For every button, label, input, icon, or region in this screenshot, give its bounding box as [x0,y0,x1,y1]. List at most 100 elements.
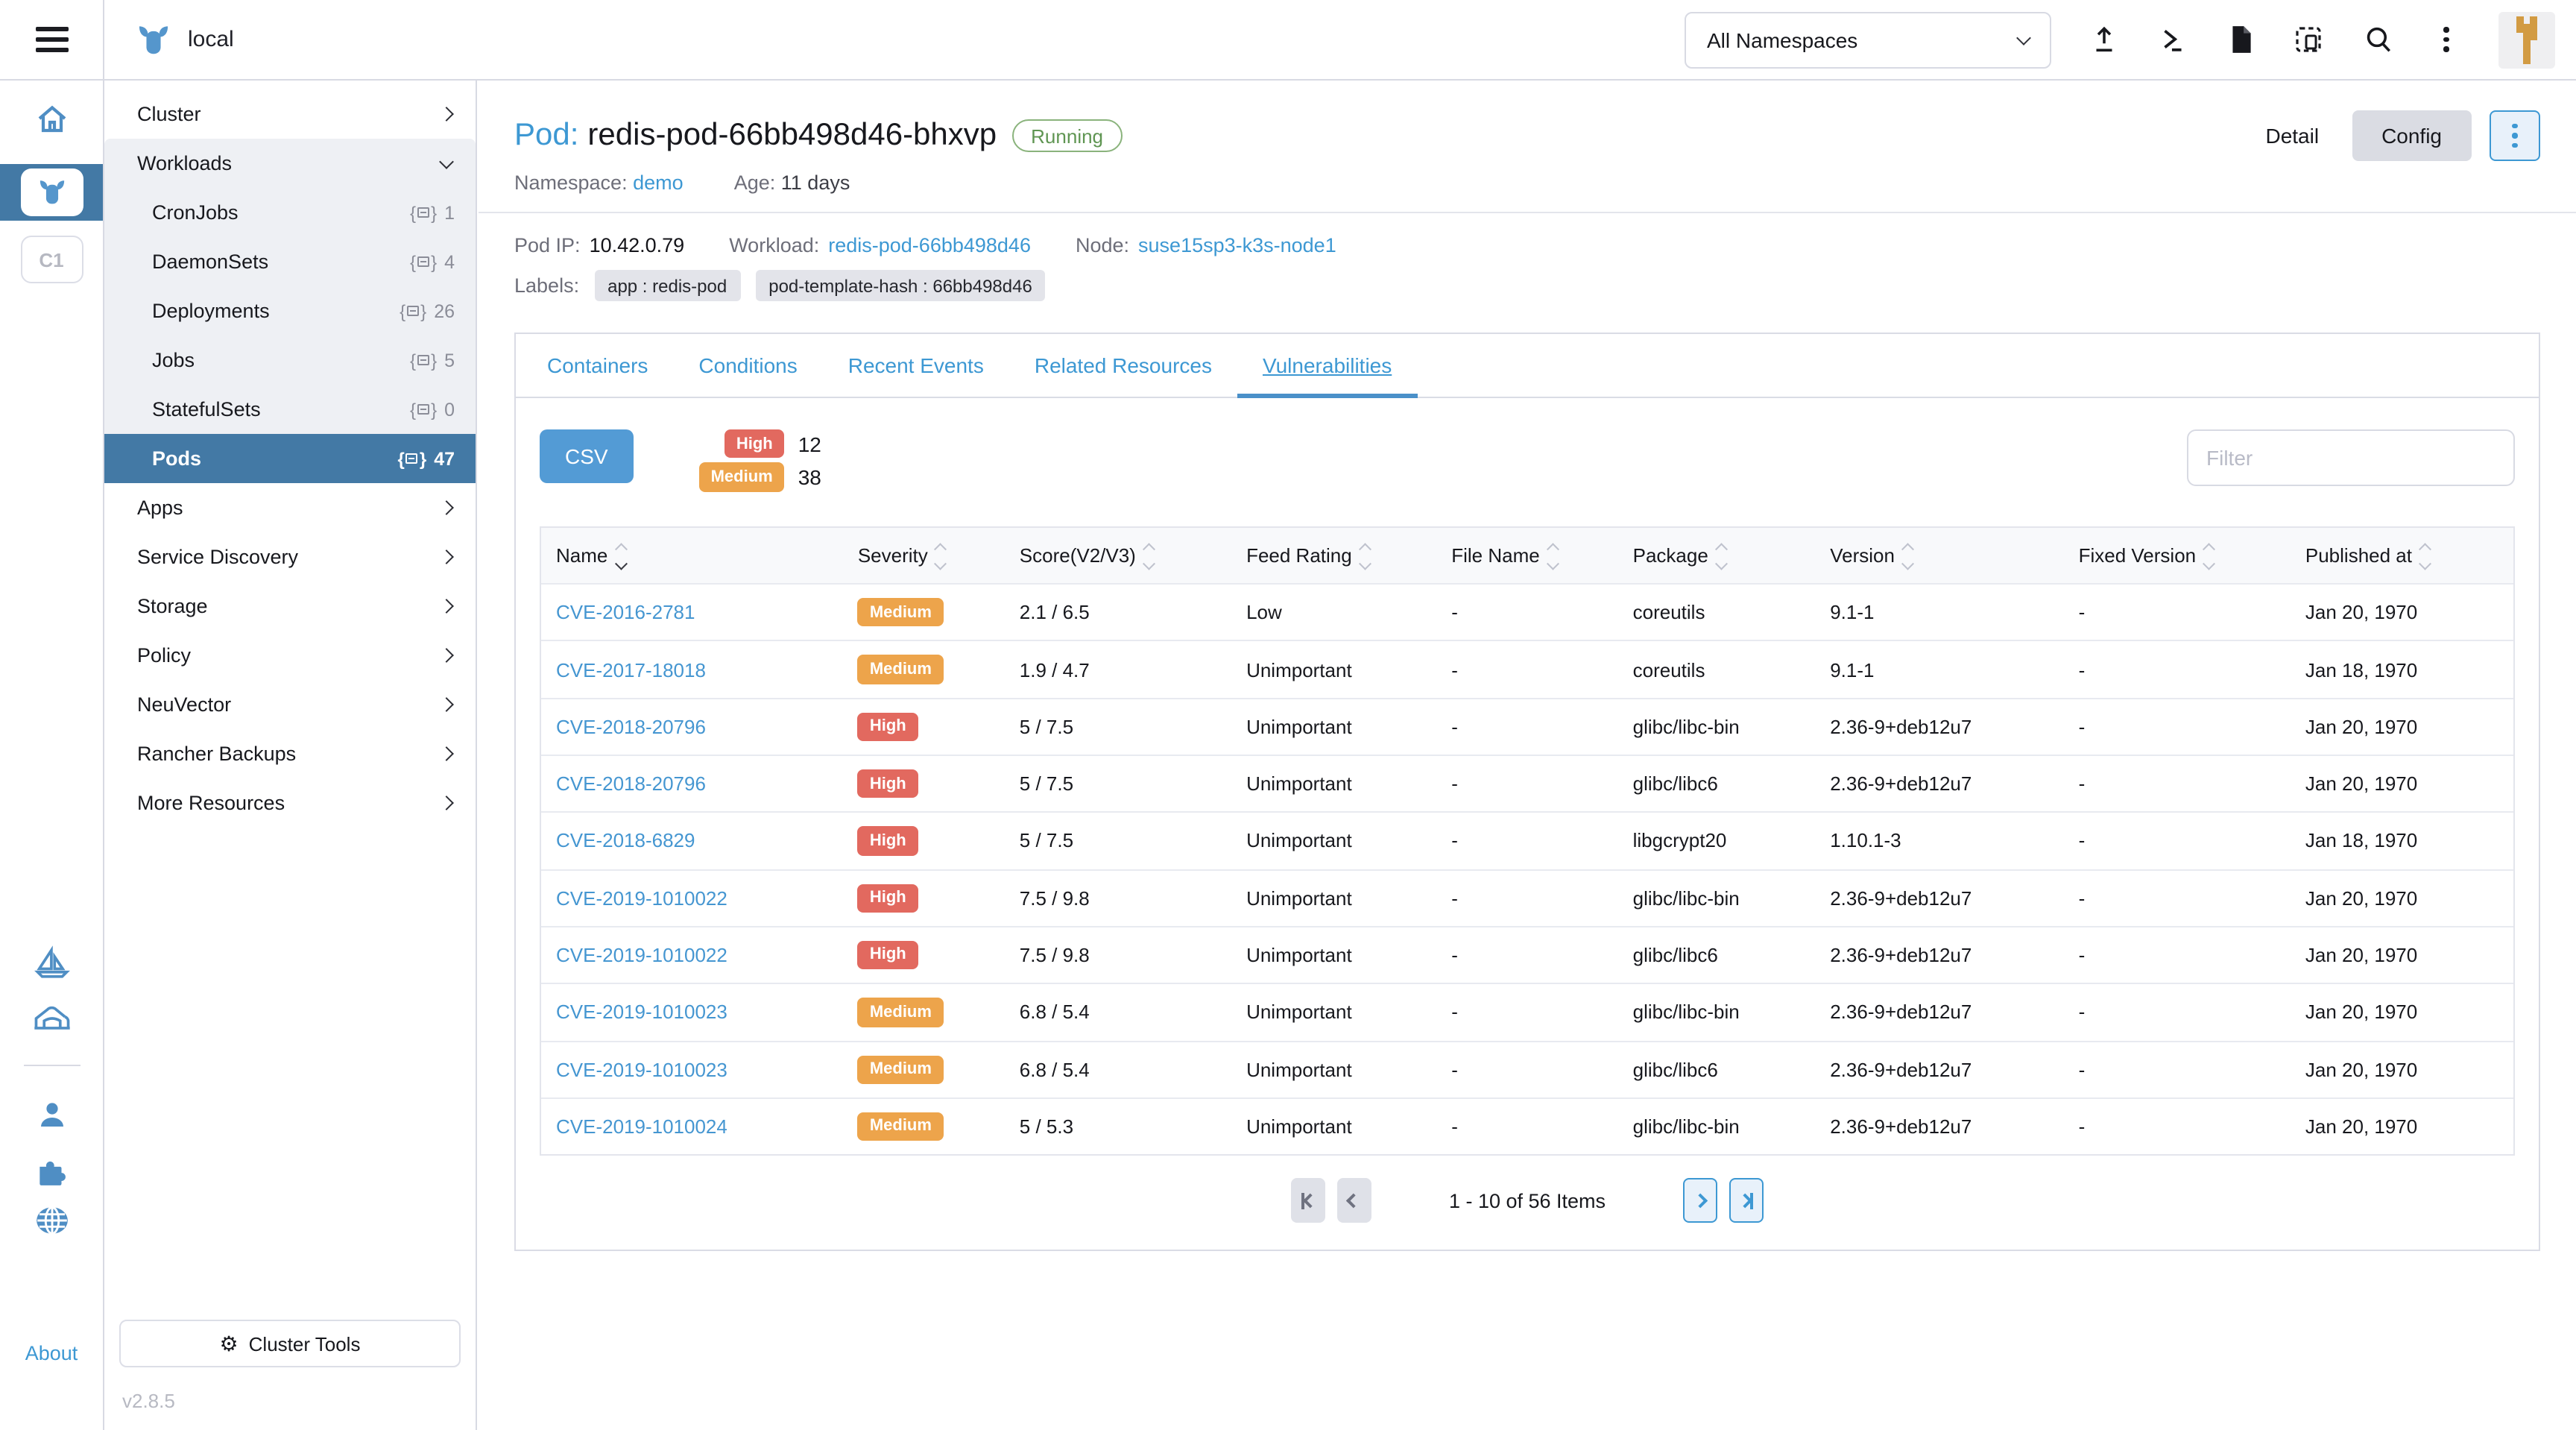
hamburger-icon[interactable] [35,27,68,52]
column-header-file-name[interactable]: File Name [1436,527,1617,584]
cell-version: 9.1-1 [1815,584,2063,641]
config-button[interactable]: Config [2352,110,2472,161]
sidebar-item-service-discovery[interactable]: Service Discovery [104,532,476,582]
tab-vulnerabilities[interactable]: Vulnerabilities [1237,334,1417,397]
cell-score: 2.1 / 6.5 [1005,584,1231,641]
rancher-app: local All Namespaces [0,0,2576,1430]
tab-containers[interactable]: Containers [522,334,673,397]
sort-up-icon [1716,544,1728,556]
next-page-button[interactable] [1683,1178,1717,1223]
search-icon[interactable] [2361,23,2394,56]
tab-conditions[interactable]: Conditions [673,334,822,397]
sidebar-item-cluster[interactable]: Cluster [104,89,476,139]
sidebar-item-label: Cluster [137,103,201,125]
sidebar-item-deployments[interactable]: Deployments26 [104,286,476,336]
active-cluster-button[interactable] [0,164,103,221]
sidebar-item-jobs[interactable]: Jobs5 [104,336,476,385]
harvester-barn-icon[interactable] [31,999,72,1038]
cell-feed-rating: Unimportant [1231,813,1436,870]
sidebar-item-policy[interactable]: Policy [104,631,476,680]
detail-button[interactable]: Detail [2250,112,2334,160]
cell-name: CVE-2019-1010022 [541,869,843,927]
cell-fixed-version: - [2064,1041,2291,1098]
column-header-version[interactable]: Version [1815,527,2063,584]
kebab-menu-icon[interactable] [2430,23,2463,56]
table-row: CVE-2019-1010022High7.5 / 9.8Unimportant… [541,869,2513,927]
sidebar-item-rancher-backups[interactable]: Rancher Backups [104,729,476,778]
column-header-fixed-version[interactable]: Fixed Version [2064,527,2291,584]
column-header-severity[interactable]: Severity [843,527,1005,584]
cell-severity: Medium [843,1041,1005,1098]
user-person-icon[interactable] [34,1097,69,1133]
sidebar-item-apps[interactable]: Apps [104,483,476,532]
extensions-puzzle-icon[interactable] [33,1151,70,1188]
vulnerability-table-wrap: NameSeverityScore(V2/V3)Feed RatingFile … [540,526,2515,1156]
resource-count-icon [400,302,426,320]
sidebar-item-label: DaemonSets [152,251,268,273]
cve-link[interactable]: CVE-2016-2781 [556,602,695,624]
cve-link[interactable]: CVE-2019-1010024 [556,1115,727,1138]
sort-up-icon [1359,544,1371,556]
cell-package: glibc/libc6 [1618,927,1816,984]
cluster-tools-button[interactable]: ⚙ Cluster Tools [119,1320,461,1367]
column-header-name[interactable]: Name [541,527,843,584]
cve-link[interactable]: CVE-2019-1010022 [556,944,727,966]
sidebar-item-more-resources[interactable]: More Resources [104,778,476,828]
resource-actions-button[interactable] [2490,110,2540,161]
cve-link[interactable]: CVE-2019-1010023 [556,1001,727,1024]
copy-kubeconfig-icon[interactable] [2293,23,2326,56]
tab-related-resources[interactable]: Related Resources [1009,334,1237,397]
sort-carets-icon [1717,546,1726,567]
fleet-sailboat-icon[interactable] [32,945,71,984]
filter-input[interactable] [2187,429,2515,486]
sidebar-item-cronjobs[interactable]: CronJobs1 [104,188,476,237]
main-menu-button[interactable] [0,0,104,79]
sidebar-item-storage[interactable]: Storage [104,582,476,631]
first-page-button[interactable] [1291,1178,1325,1223]
locale-globe-icon[interactable] [33,1202,70,1239]
page-title: Pod:redis-pod-66bb498d46-bhxvp [514,118,997,154]
node-link[interactable]: suse15sp3-k3s-node1 [1138,234,1336,256]
sort-down-icon [1716,557,1728,569]
column-header-package[interactable]: Package [1618,527,1816,584]
csv-download-button[interactable]: CSV [540,429,634,483]
about-link[interactable]: About [0,1342,103,1364]
cell-severity: Medium [843,1098,1005,1155]
user-avatar[interactable] [2498,11,2555,68]
cell-feed-rating: Unimportant [1231,755,1436,813]
home-icon[interactable] [34,101,69,137]
sidebar-item-pods[interactable]: Pods47 [104,434,476,483]
sidebar-group-header-workloads[interactable]: Workloads [104,139,476,188]
namespace-link[interactable]: demo [633,171,684,194]
chevron-right-icon [439,648,454,663]
prev-page-button[interactable] [1337,1178,1371,1223]
sidebar-item-neuvector[interactable]: NeuVector [104,680,476,729]
column-header-feed-rating[interactable]: Feed Rating [1231,527,1436,584]
cve-link[interactable]: CVE-2019-1010023 [556,1058,727,1080]
column-header-label: Version [1830,544,1895,566]
cve-link[interactable]: CVE-2018-20796 [556,772,706,795]
sidebar-item-label: StatefulSets [152,398,261,421]
cve-link[interactable]: CVE-2018-6829 [556,830,695,852]
sidebar-item-statefulsets[interactable]: StatefulSets0 [104,385,476,434]
severity-badge: High [858,941,918,970]
import-yaml-icon[interactable] [2087,23,2120,56]
kubectl-shell-icon[interactable] [2156,23,2188,56]
namespace-select[interactable]: All Namespaces [1685,11,2051,68]
column-header-score-v2-v3-[interactable]: Score(V2/V3) [1005,527,1231,584]
sort-carets-icon [1549,546,1557,567]
column-header-published-at[interactable]: Published at [2291,527,2513,584]
kebab-icon [2513,124,2518,148]
cell-feed-rating: Unimportant [1231,983,1436,1041]
last-page-button[interactable] [1729,1178,1764,1223]
cve-link[interactable]: CVE-2019-1010022 [556,887,727,910]
workload-link[interactable]: redis-pod-66bb498d46 [828,234,1031,256]
sidebar-item-daemonsets[interactable]: DaemonSets4 [104,237,476,286]
cve-link[interactable]: CVE-2017-18018 [556,658,706,681]
kubeconfig-file-icon[interactable] [2224,23,2257,56]
table-row: CVE-2019-1010022High7.5 / 9.8Unimportant… [541,927,2513,984]
cell-severity: Medium [843,584,1005,641]
tab-recent-events[interactable]: Recent Events [823,334,1009,397]
cluster-c1-button[interactable]: C1 [20,236,83,283]
cve-link[interactable]: CVE-2018-20796 [556,716,706,738]
